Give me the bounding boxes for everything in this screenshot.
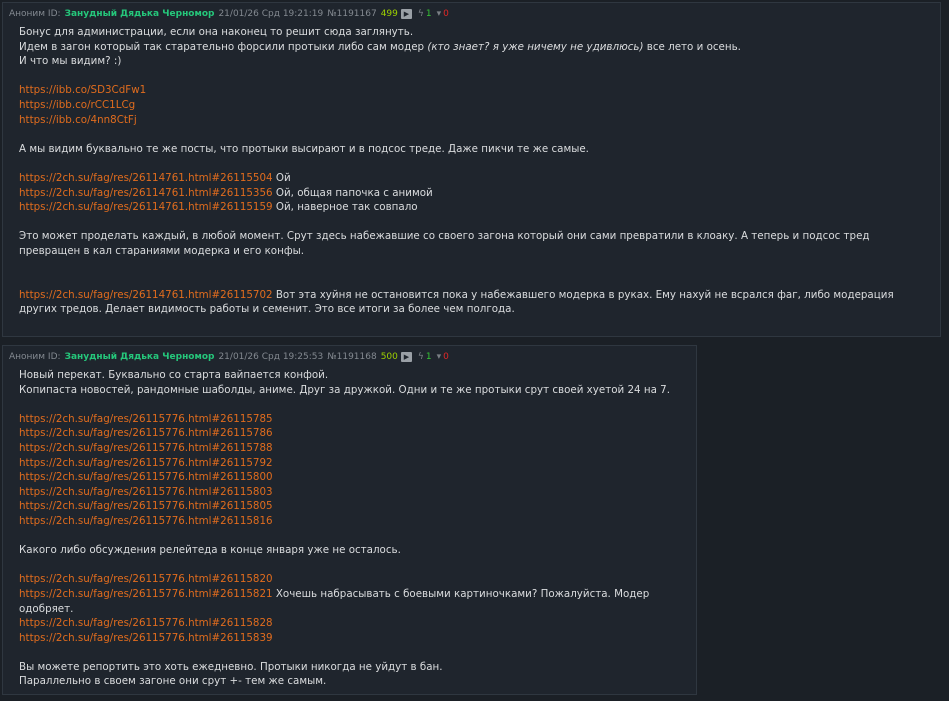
play-icon[interactable]: ▶ <box>400 9 412 19</box>
post-count: 499 <box>380 9 398 19</box>
post-line: https://2ch.su/fag/res/26115776.html#261… <box>19 441 689 456</box>
post-line: https://ibb.co/4nn8CtFj <box>19 113 931 128</box>
post-line: Параллельно в своем загоне они срут +- т… <box>19 674 689 689</box>
post-line: Какого либо обсуждения релейтеда в конце… <box>19 543 689 558</box>
post-text: Ой, общая папочка с анимой <box>272 186 433 199</box>
post-line: https://2ch.su/fag/res/26115776.html#261… <box>19 616 689 631</box>
post-link[interactable]: https://ibb.co/rCC1LCg <box>19 99 135 111</box>
author-name[interactable]: Занудный Дядька Черномор <box>65 9 215 19</box>
post-text: Вы можете репортить это хоть ежедневно. … <box>19 660 443 673</box>
post-line: https://2ch.su/fag/res/26115776.html#261… <box>19 456 689 471</box>
post-link[interactable]: https://2ch.su/fag/res/26115776.html#261… <box>19 588 273 600</box>
bolt-icon[interactable]: ϟ <box>418 352 424 362</box>
post-text: Идем в загон который так старательно фор… <box>19 40 428 53</box>
post-line: А мы видим буквально те же посты, что пр… <box>19 142 931 157</box>
post-line: https://2ch.su/fag/res/26114761.html#261… <box>19 200 931 215</box>
post-text: Копипаста новостей, рандомные шаболды, а… <box>19 383 670 396</box>
post-text: все лето и осень. <box>643 40 741 53</box>
post-datetime: 21/01/26 Срд 19:25:53 <box>218 352 324 362</box>
post-line: https://2ch.su/fag/res/26115776.html#261… <box>19 587 689 616</box>
post-line: И что мы видим? :) <box>19 54 931 69</box>
post-link[interactable]: https://2ch.su/fag/res/26115776.html#261… <box>19 427 273 439</box>
like-count: 1 <box>425 9 432 19</box>
post-line: https://2ch.su/fag/res/26115776.html#261… <box>19 572 689 587</box>
author-name[interactable]: Занудный Дядька Черномор <box>65 352 215 362</box>
post-link[interactable]: https://2ch.su/fag/res/26115776.html#261… <box>19 413 273 425</box>
post-line: Это может проделать каждый, в любой моме… <box>19 229 931 258</box>
post-number[interactable]: №1191167 <box>327 9 376 19</box>
post-text: Это может проделать каждый, в любой моме… <box>19 230 873 257</box>
post-line: Идем в загон который так старательно фор… <box>19 40 931 55</box>
post-link[interactable]: https://ibb.co/4nn8CtFj <box>19 114 137 126</box>
post-text: Ой <box>272 171 291 184</box>
post-line: https://2ch.su/fag/res/26115776.html#261… <box>19 412 689 427</box>
post-link[interactable]: https://2ch.su/fag/res/26115776.html#261… <box>19 442 273 454</box>
post: Аноним ID: Занудный Дядька Черномор 21/0… <box>2 2 941 337</box>
post-line: https://ibb.co/SD3CdFw1 <box>19 83 931 98</box>
post-header: Аноним ID: Занудный Дядька Черномор 21/0… <box>9 352 449 362</box>
post-line: Вы можете репортить это хоть ежедневно. … <box>19 660 689 675</box>
post-link[interactable]: https://2ch.su/fag/res/26115776.html#261… <box>19 632 273 644</box>
author-prefix: Аноним ID: <box>9 352 61 362</box>
post-text: Параллельно в своем загоне они срут +- т… <box>19 675 327 688</box>
play-icon[interactable]: ▶ <box>400 352 412 362</box>
post-text: Новый перекат. Буквально со старта вайпа… <box>19 369 329 381</box>
post-link[interactable]: https://2ch.su/fag/res/26114761.html#261… <box>19 201 273 213</box>
post-line: Копипаста новостей, рандомные шаболды, а… <box>19 383 689 398</box>
post-text: Какого либо обсуждения релейтеда в конце… <box>19 544 401 557</box>
post-body: Бонус для администрации, если она наконе… <box>19 25 931 317</box>
post-text: Ой, наверное так совпало <box>272 201 418 214</box>
post-line: https://2ch.su/fag/res/26114761.html#261… <box>19 186 931 201</box>
post-line: https://2ch.su/fag/res/26114761.html#261… <box>19 171 931 186</box>
post-link[interactable]: https://2ch.su/fag/res/26114761.html#261… <box>19 289 273 301</box>
post-text: И что мы видим? :) <box>19 55 122 68</box>
post-line: Бонус для администрации, если она наконе… <box>19 25 931 40</box>
bolt-icon[interactable]: ϟ <box>418 9 424 19</box>
post-line: https://2ch.su/fag/res/26115776.html#261… <box>19 499 689 514</box>
post-link[interactable]: https://2ch.su/fag/res/26115776.html#261… <box>19 573 273 585</box>
post-count: 500 <box>380 352 398 362</box>
post-line: https://2ch.su/fag/res/26115776.html#261… <box>19 485 689 500</box>
post: Аноним ID: Занудный Дядька Черномор 21/0… <box>2 345 697 695</box>
thumbs-down-icon[interactable]: ▾ <box>437 9 442 19</box>
post-link[interactable]: https://2ch.su/fag/res/26115776.html#261… <box>19 471 273 483</box>
author-prefix: Аноним ID: <box>9 9 61 19</box>
like-count: 1 <box>425 352 432 362</box>
post-line: Новый перекат. Буквально со старта вайпа… <box>19 368 689 383</box>
post-link[interactable]: https://2ch.su/fag/res/26114761.html#261… <box>19 187 273 199</box>
post-link[interactable]: https://2ch.su/fag/res/26115776.html#261… <box>19 486 273 498</box>
post-text: А мы видим буквально те же посты, что пр… <box>19 142 589 155</box>
post-line: https://2ch.su/fag/res/26115776.html#261… <box>19 514 689 529</box>
post-text: Бонус для администрации, если она наконе… <box>19 26 414 38</box>
post-link[interactable]: https://2ch.su/fag/res/26115776.html#261… <box>19 617 273 629</box>
post-line: https://2ch.su/fag/res/26114761.html#261… <box>19 288 931 317</box>
post-body: Новый перекат. Буквально со старта вайпа… <box>19 368 689 689</box>
dislike-count: 0 <box>443 9 449 19</box>
post-link[interactable]: https://2ch.su/fag/res/26114761.html#261… <box>19 172 273 184</box>
thumbs-down-icon[interactable]: ▾ <box>437 352 442 362</box>
post-number[interactable]: №1191168 <box>327 352 376 362</box>
post-link[interactable]: https://2ch.su/fag/res/26115776.html#261… <box>19 515 273 527</box>
post-line: https://2ch.su/fag/res/26115776.html#261… <box>19 631 689 646</box>
post-link[interactable]: https://ibb.co/SD3CdFw1 <box>19 84 146 96</box>
post-link[interactable]: https://2ch.su/fag/res/26115776.html#261… <box>19 457 273 469</box>
post-line: https://2ch.su/fag/res/26115776.html#261… <box>19 470 689 485</box>
post-link[interactable]: https://2ch.su/fag/res/26115776.html#261… <box>19 500 273 512</box>
italic-text: (кто знает? я уже ничему не удивлюсь) <box>427 40 644 53</box>
post-datetime: 21/01/26 Срд 19:21:19 <box>218 9 324 19</box>
post-header: Аноним ID: Занудный Дядька Черномор 21/0… <box>9 9 449 19</box>
post-line: https://ibb.co/rCC1LCg <box>19 98 931 113</box>
post-line: https://2ch.su/fag/res/26115776.html#261… <box>19 426 689 441</box>
dislike-count: 0 <box>443 352 449 362</box>
